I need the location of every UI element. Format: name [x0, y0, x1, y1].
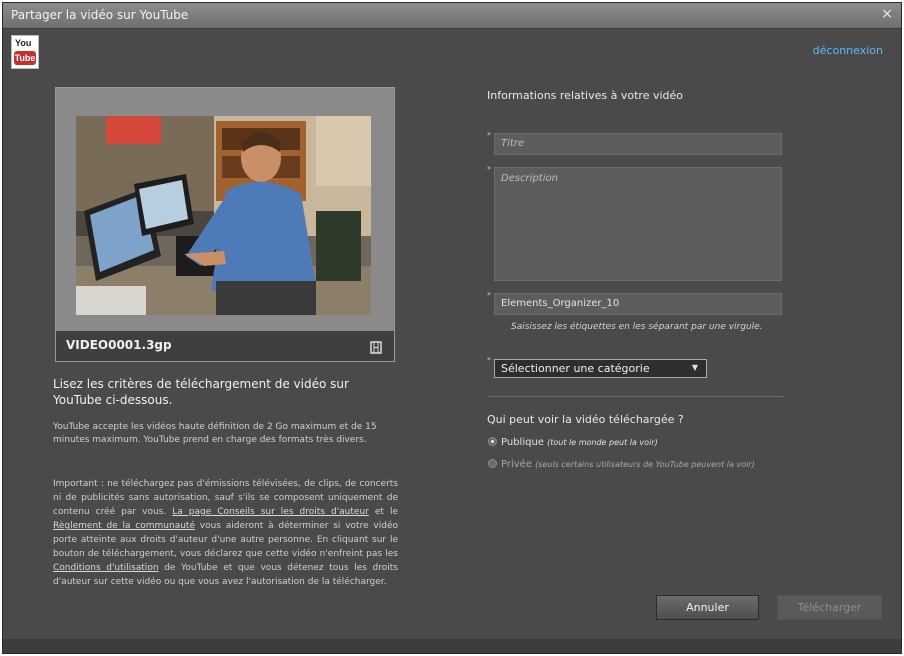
- youtube-logo: You Tube: [11, 35, 39, 69]
- visibility-heading: Qui peut voir la vidéo téléchargée ?: [487, 413, 684, 426]
- criteria-body: YouTube accepte les vidéos haute définit…: [53, 422, 377, 445]
- legal-notice: Important : ne téléchargez pas d'émissio…: [53, 477, 398, 589]
- form-section-title: Informations relatives à votre vidéo: [487, 89, 684, 102]
- community-guidelines-link[interactable]: Règlement de la communauté: [53, 521, 195, 531]
- video-preview: VIDEO0001.3gp: [55, 87, 395, 362]
- youtube-logo-bottom: Tube: [14, 51, 36, 65]
- share-dialog: Partager la vidéo sur YouTube × You Tube…: [2, 2, 902, 654]
- section-divider: [487, 396, 783, 397]
- category-select[interactable]: Sélectionner une catégorie ▼: [494, 359, 707, 378]
- private-note: (seuls certains utilisateurs de YouTube …: [535, 460, 755, 469]
- title-input[interactable]: Titre: [494, 133, 782, 155]
- tags-hint: Saisissez les étiquettes en les séparant…: [511, 322, 763, 332]
- cancel-button[interactable]: Annuler: [656, 595, 759, 620]
- public-label: Publique: [501, 437, 544, 448]
- window-title: Partager la vidéo sur YouTube: [11, 8, 189, 22]
- private-radio[interactable]: [488, 459, 497, 468]
- close-icon[interactable]: ×: [881, 6, 893, 22]
- required-marker: *: [487, 356, 491, 365]
- terms-of-use-link[interactable]: Conditions d'utilisation: [53, 563, 159, 573]
- window-footer: [3, 639, 901, 653]
- required-marker: *: [487, 291, 491, 300]
- film-icon[interactable]: [370, 339, 382, 354]
- youtube-logo-top: You: [15, 38, 32, 48]
- private-option[interactable]: Privée (seuls certains utilisateurs de Y…: [488, 459, 755, 470]
- legal-text: et le: [368, 507, 399, 517]
- title-bar[interactable]: Partager la vidéo sur YouTube ×: [3, 3, 901, 29]
- video-filename: VIDEO0001.3gp: [66, 338, 172, 352]
- filename-bar: VIDEO0001.3gp: [56, 331, 394, 361]
- tags-input[interactable]: Elements_Organizer_10: [494, 293, 782, 315]
- category-select-value: Sélectionner une catégorie: [501, 362, 650, 375]
- required-marker: *: [487, 165, 491, 174]
- criteria-heading: Lisez les critères de téléchargement de …: [53, 377, 349, 407]
- public-option[interactable]: Publique (tout le monde peut la voir): [488, 437, 658, 448]
- required-marker: *: [487, 131, 491, 140]
- public-note: (tout le monde peut la voir): [547, 438, 658, 447]
- upload-button[interactable]: Télécharger: [777, 595, 882, 620]
- copyright-tips-link[interactable]: La page Conseils sur les droits d'auteur: [172, 507, 369, 517]
- thumbnail-image: [76, 116, 371, 315]
- chevron-down-icon: ▼: [691, 363, 698, 372]
- logout-link[interactable]: déconnexion: [813, 44, 883, 57]
- description-textarea[interactable]: Description: [494, 167, 782, 281]
- video-thumbnail: [76, 116, 371, 315]
- public-radio[interactable]: [488, 437, 497, 446]
- private-label: Privée: [501, 459, 532, 470]
